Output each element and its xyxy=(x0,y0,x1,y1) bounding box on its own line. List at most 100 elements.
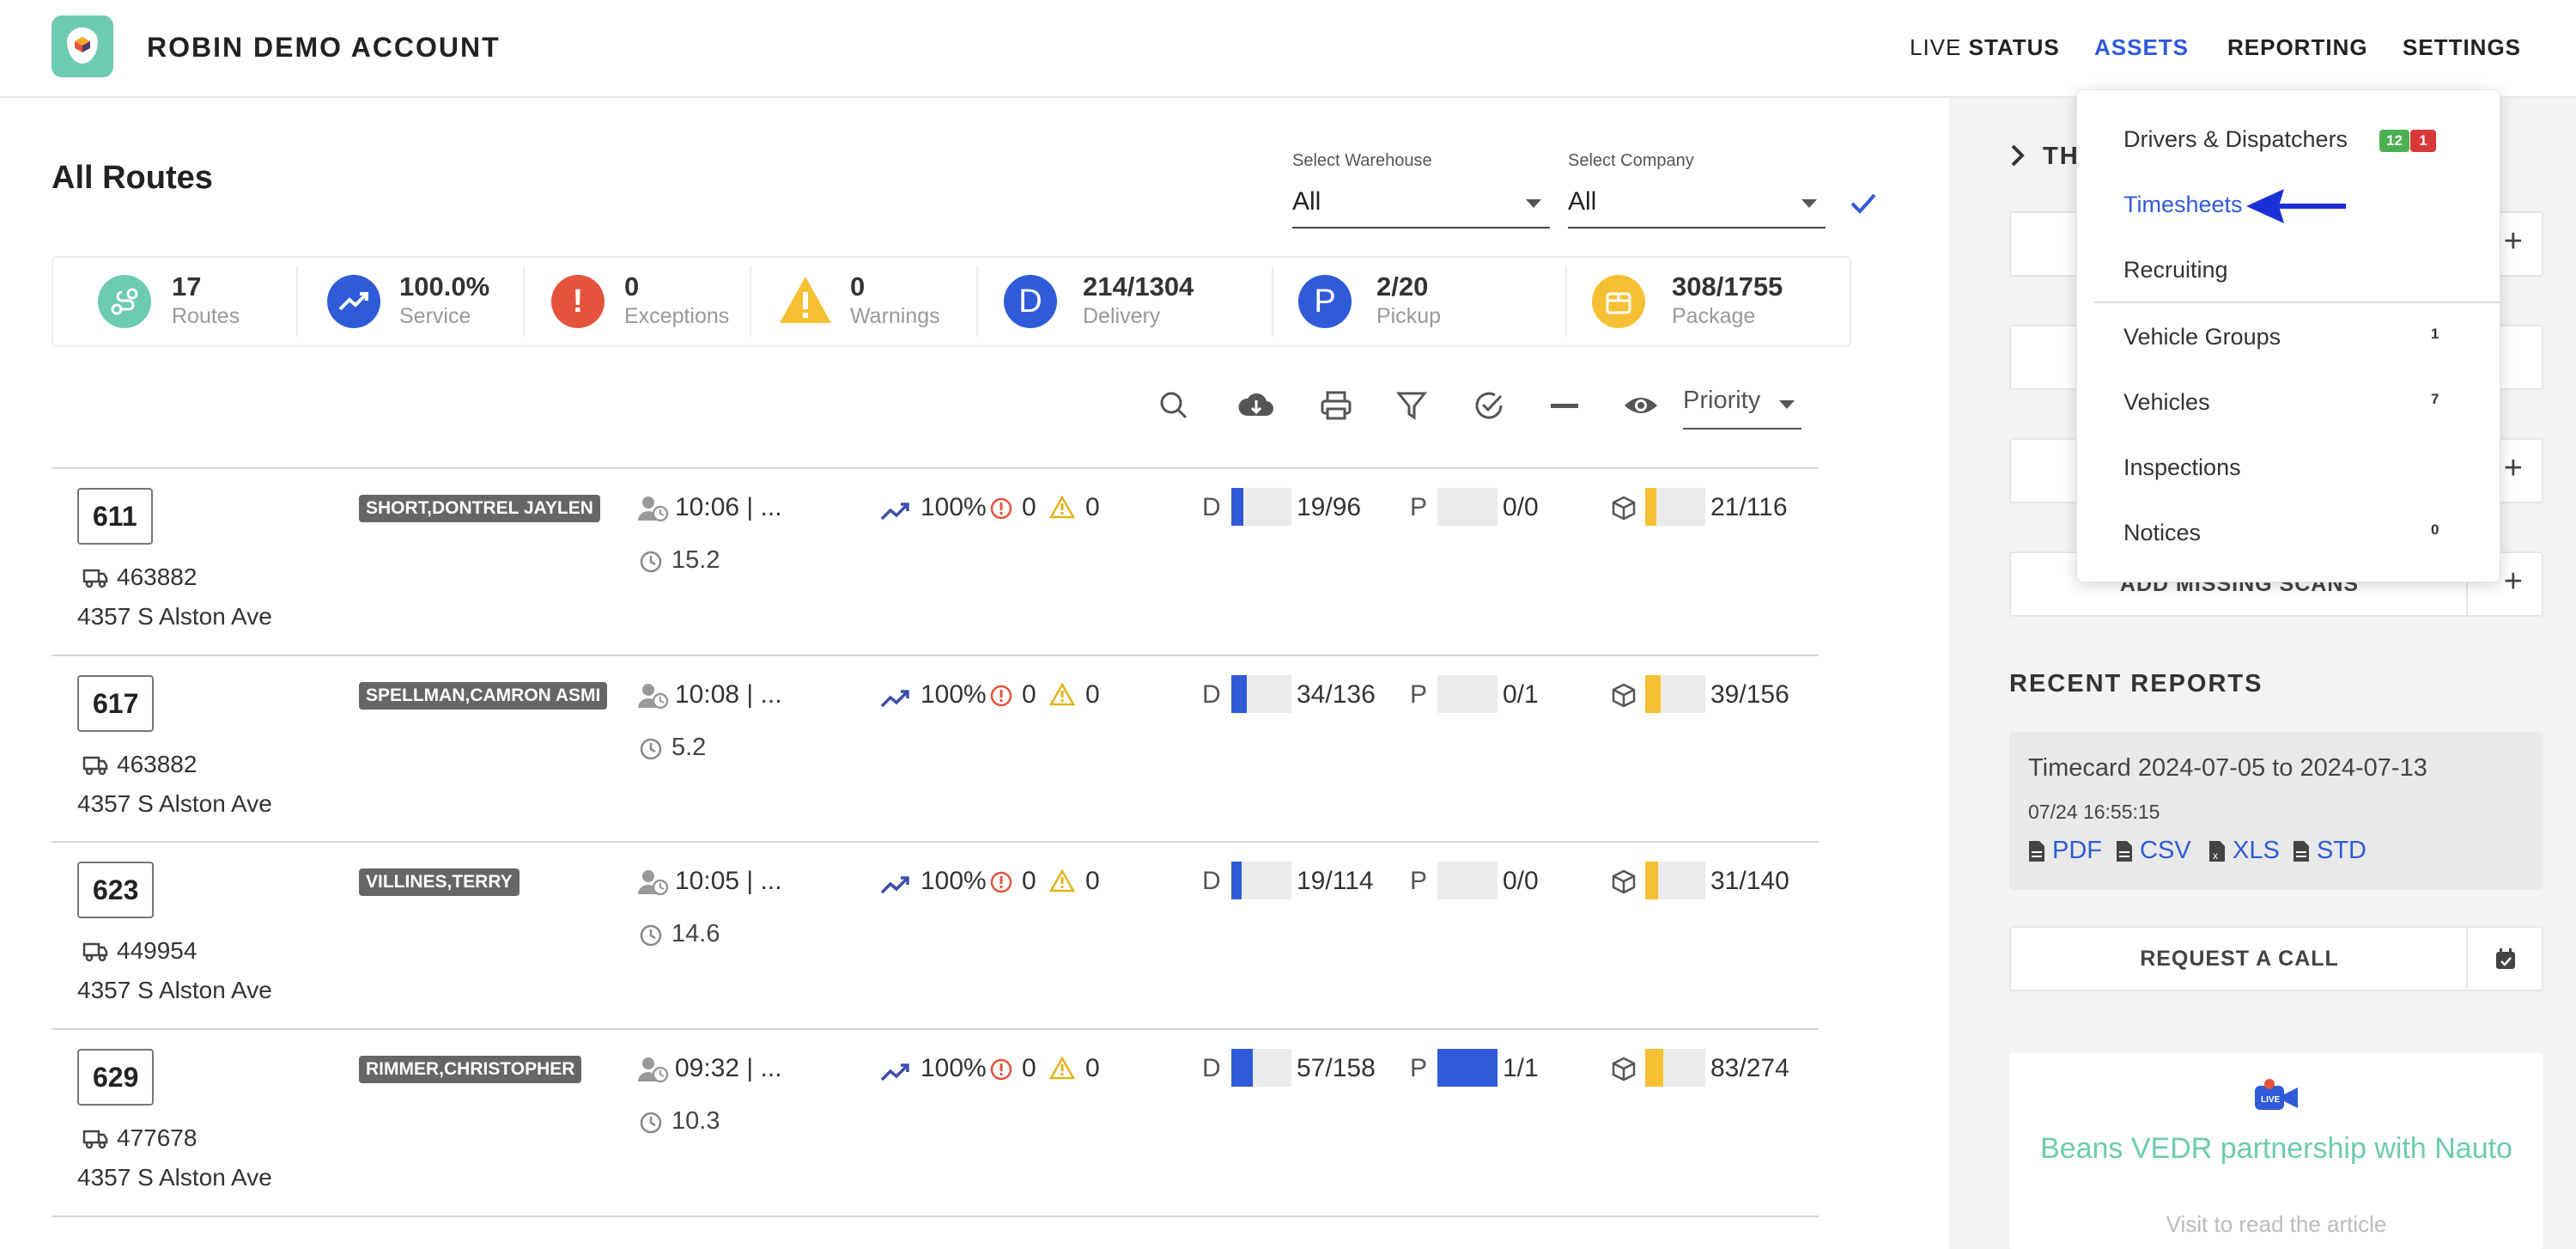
driver-badge[interactable]: SHORT,DONTREL JAYLEN xyxy=(359,495,600,522)
route-icon xyxy=(98,275,151,328)
nav-settings[interactable]: SETTINGS xyxy=(2403,34,2521,61)
route-address: 4357 S Alston Ave xyxy=(77,977,272,1003)
promo-subtitle: Visit to read the article xyxy=(2166,1211,2387,1237)
menu-item-count: 0 xyxy=(2431,521,2439,538)
route-duration: 5.2 xyxy=(671,734,707,761)
route-row[interactable]: 617 463882 4357 S Alston Ave SPELLMAN,CA… xyxy=(52,655,1819,842)
menu-item-timesheets[interactable]: Timesheets xyxy=(2123,192,2243,218)
plus-icon[interactable]: + xyxy=(2504,450,2523,487)
request-call-button[interactable]: REQUEST A CALL xyxy=(2009,926,2543,991)
menu-item-count: 1 xyxy=(2431,326,2439,342)
route-row[interactable]: 629 477678 4357 S Alston Ave RIMMER,CHRI… xyxy=(52,1028,1819,1215)
pdf-file-icon xyxy=(2029,841,2044,862)
nav-assets[interactable]: ASSETS xyxy=(2094,34,2189,61)
driver-badge[interactable]: SPELLMAN,CAMRON ASMI xyxy=(359,682,608,710)
pickup-count: 0/0 xyxy=(1503,493,1539,521)
route-number[interactable]: 617 xyxy=(77,675,155,732)
menu-item-notices[interactable]: Notices xyxy=(2123,520,2201,546)
trend-up-icon xyxy=(880,503,909,521)
divider xyxy=(1565,266,1567,337)
vehicle-id: 477678 xyxy=(117,1124,197,1151)
nav-live-status[interactable]: LIVE STATUS xyxy=(1910,34,2060,61)
stat-value: 100.0% xyxy=(399,271,490,302)
route-number[interactable]: 623 xyxy=(77,862,155,918)
service-value: 100% xyxy=(920,493,987,521)
search-icon[interactable] xyxy=(1157,388,1191,423)
promo-title[interactable]: Beans VEDR partnership with Nauto xyxy=(2009,1129,2543,1168)
stat-label: Exceptions xyxy=(624,304,730,328)
service-value: 100% xyxy=(920,867,987,895)
trend-up-icon xyxy=(880,876,909,894)
xls-file-icon: x xyxy=(2209,841,2225,862)
package-progress-bar xyxy=(1645,1049,1705,1087)
plus-icon[interactable]: + xyxy=(2504,223,2523,260)
calendar-icon[interactable] xyxy=(2494,947,2518,972)
chevron-right-icon[interactable] xyxy=(2009,143,2026,168)
stat-label: Service xyxy=(399,304,471,328)
vehicle-id: 463882 xyxy=(117,564,197,590)
route-address: 4357 S Alston Ave xyxy=(77,790,272,817)
menu-item-vehicle-groups[interactable]: Vehicle Groups xyxy=(2123,324,2281,350)
logo-shield xyxy=(67,27,98,64)
report-name: Timecard 2024-07-05 to 2024-07-13 xyxy=(2028,754,2427,782)
warning-count: 0 xyxy=(1085,867,1100,895)
driver-badge[interactable]: RIMMER,CHRISTOPHER xyxy=(359,1056,582,1083)
chevron-down-icon xyxy=(1526,199,1541,208)
package-progress-fill xyxy=(1645,1049,1664,1087)
check-circle-icon[interactable] xyxy=(1472,388,1506,423)
apply-check-icon[interactable] xyxy=(1848,187,1879,218)
menu-item-vehicles[interactable]: Vehicles xyxy=(2123,389,2210,416)
driver-badge[interactable]: VILLINES,TERRY xyxy=(359,868,519,896)
menu-item-recruiting[interactable]: Recruiting xyxy=(2123,257,2228,283)
report-csv-link[interactable]: CSV xyxy=(2140,837,2191,865)
route-number[interactable]: 611 xyxy=(77,488,153,545)
minus-icon[interactable] xyxy=(1547,388,1582,423)
sort-priority-select[interactable]: Priority xyxy=(1683,387,1801,430)
recent-reports-title: RECENT REPORTS xyxy=(2009,670,2263,698)
route-row[interactable]: 623 449954 4357 S Alston Ave VILLINES,TE… xyxy=(52,841,1819,1028)
route-start-time: 10:08 | ... xyxy=(675,680,782,709)
divider xyxy=(523,266,525,337)
top-bar: ROBIN DEMO ACCOUNT LIVE STATUS ASSETS RE… xyxy=(0,0,2576,98)
report-xls-link[interactable]: XLS xyxy=(2233,837,2280,865)
nav-reporting[interactable]: REPORTING xyxy=(2227,34,2368,61)
package-icon xyxy=(1612,1057,1636,1081)
vehicle-id: 463882 xyxy=(117,751,197,777)
route-number[interactable]: 629 xyxy=(77,1049,155,1106)
promo-card[interactable]: LIVE Beans VEDR partnership with Nauto V… xyxy=(2009,1053,2543,1249)
page-title: All Routes xyxy=(52,160,213,196)
stat-value: 17 xyxy=(172,271,202,302)
cloud-download-icon[interactable] xyxy=(1236,388,1276,423)
warehouse-label: Select Warehouse xyxy=(1292,151,1432,170)
report-std-link[interactable]: STD xyxy=(2317,837,2366,865)
package-icon xyxy=(1612,869,1636,894)
delivery-count: 57/158 xyxy=(1297,1054,1376,1082)
pickup-prefix: P xyxy=(1410,680,1428,709)
pointer-arrow-icon xyxy=(2246,189,2346,223)
sort-value: Priority xyxy=(1683,387,1761,414)
package-progress-fill xyxy=(1645,862,1659,899)
divider xyxy=(2466,928,2468,990)
warning-icon xyxy=(1049,868,1075,893)
warning-icon xyxy=(1049,682,1075,706)
stat-value: 214/1304 xyxy=(1083,271,1194,302)
menu-item-drivers-dispatchers[interactable]: Drivers & Dispatchers xyxy=(2123,126,2348,153)
report-pdf-link[interactable]: PDF xyxy=(2052,837,2102,865)
pickup-prefix: P xyxy=(1410,1054,1428,1082)
warehouse-value: All xyxy=(1292,187,1321,216)
company-select[interactable]: All xyxy=(1568,180,1826,228)
print-icon[interactable] xyxy=(1319,388,1353,423)
plus-icon[interactable]: + xyxy=(2504,564,2523,600)
eye-icon[interactable] xyxy=(1623,388,1659,423)
truck-icon xyxy=(82,756,108,776)
stat-label: Warnings xyxy=(850,304,940,328)
warehouse-select[interactable]: All xyxy=(1292,180,1550,228)
delivery-count: 19/114 xyxy=(1297,867,1374,895)
assets-dropdown-menu: Drivers & Dispatchers 12 1 Timesheets Re… xyxy=(2076,89,2501,582)
route-row[interactable]: 611 463882 4357 S Alston Ave SHORT,DONTR… xyxy=(52,467,1819,655)
app-logo[interactable] xyxy=(52,15,113,77)
warning-count: 0 xyxy=(1085,1054,1100,1082)
filter-icon[interactable] xyxy=(1394,388,1429,423)
menu-item-inspections[interactable]: Inspections xyxy=(2123,454,2241,481)
vehicle-id: 449954 xyxy=(117,937,197,964)
